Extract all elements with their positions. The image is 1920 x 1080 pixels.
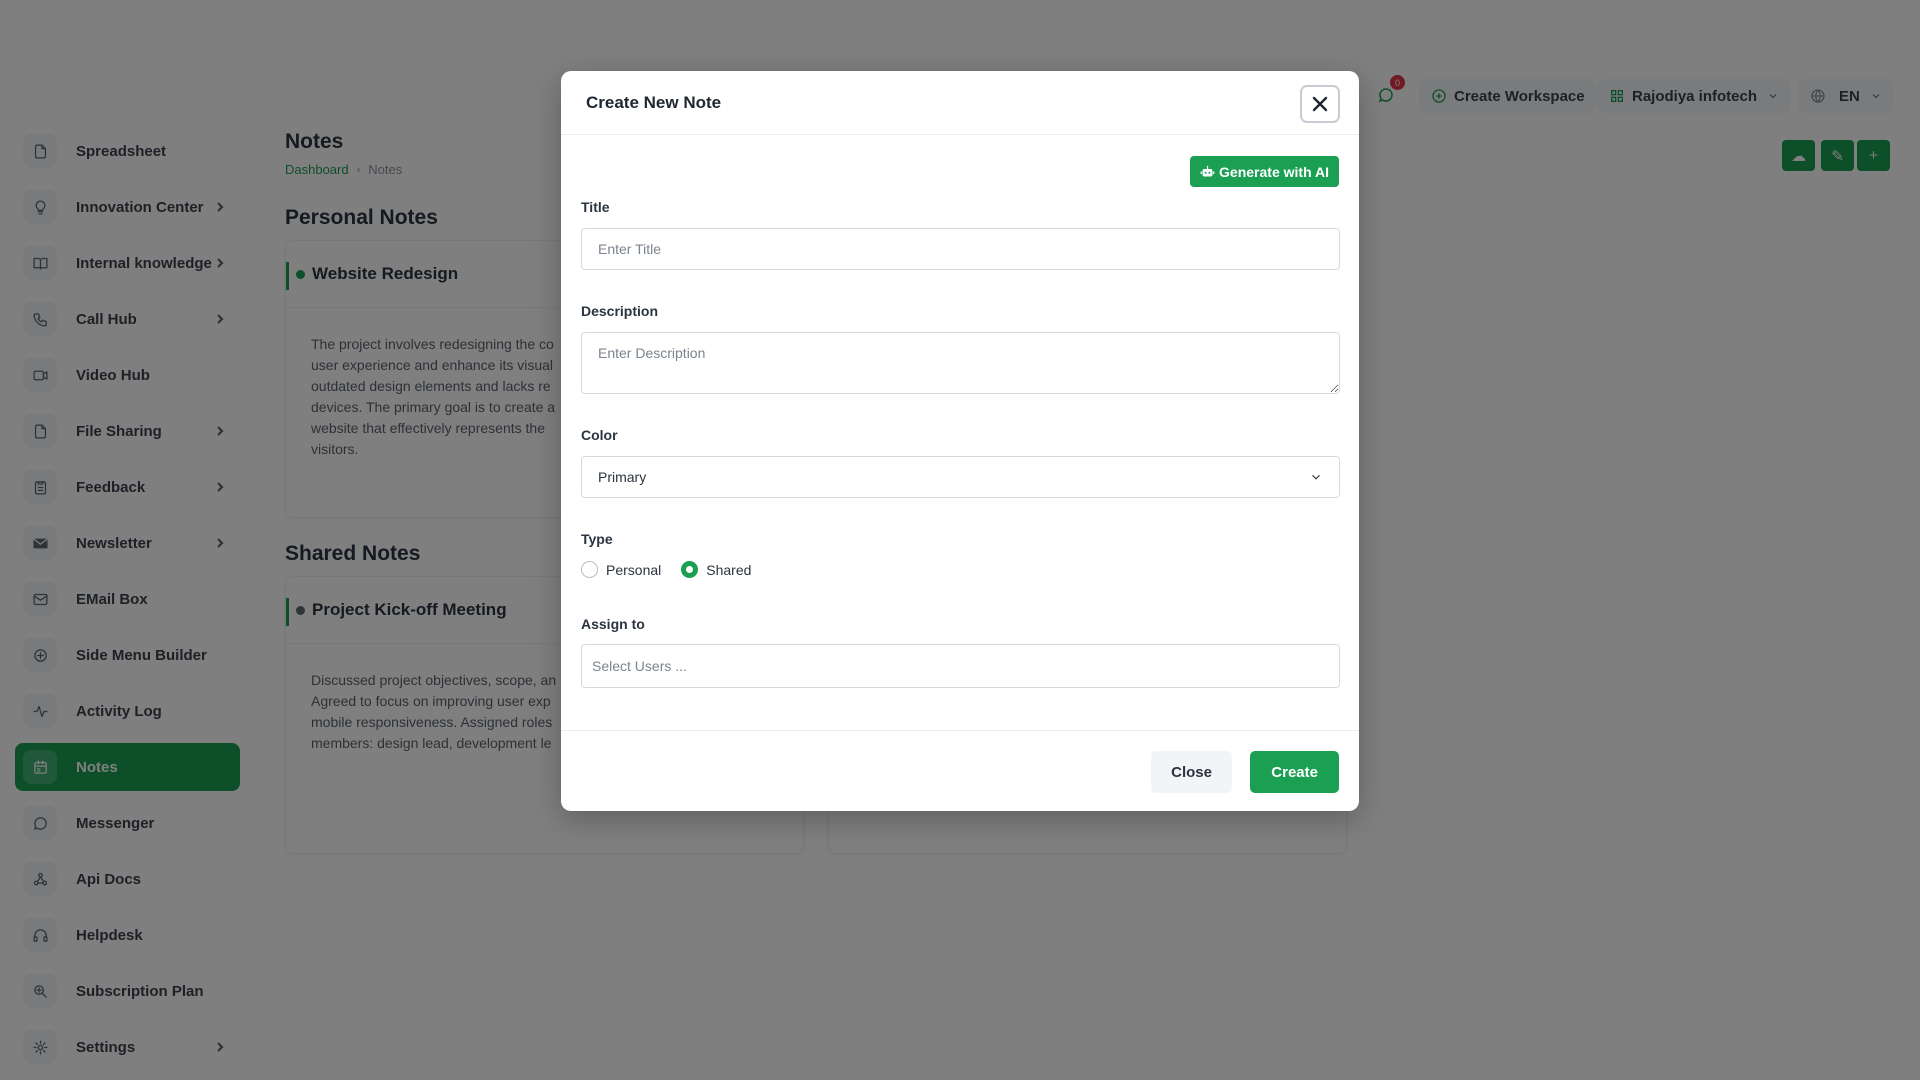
generate-with-ai-button[interactable]: Generate with AI bbox=[1190, 156, 1339, 187]
modal-title: Create New Note bbox=[586, 92, 722, 112]
robot-icon bbox=[1200, 165, 1215, 177]
close-button[interactable]: Close bbox=[1151, 751, 1232, 793]
generate-with-ai-label: Generate with AI bbox=[1219, 163, 1329, 180]
radio-button[interactable] bbox=[581, 561, 598, 578]
color-label: Color bbox=[581, 427, 618, 443]
title-label: Title bbox=[581, 199, 610, 215]
create-note-modal: Create New Note Generate with AI Title D… bbox=[561, 71, 1359, 811]
create-button[interactable]: Create bbox=[1250, 751, 1339, 793]
color-select[interactable]: Primary bbox=[581, 456, 1340, 498]
chevron-down-icon bbox=[1312, 474, 1320, 480]
assign-users-placeholder: Select Users ... bbox=[592, 658, 687, 674]
close-icon bbox=[1312, 96, 1328, 112]
title-input[interactable] bbox=[581, 228, 1340, 270]
radio-label: Personal bbox=[606, 561, 662, 578]
assign-users-select[interactable]: Select Users ... bbox=[581, 644, 1340, 688]
type-radio-shared[interactable]: Shared bbox=[681, 561, 751, 578]
modal-footer: Close Create bbox=[561, 730, 1359, 811]
assign-to-label: Assign to bbox=[581, 616, 645, 632]
type-label: Type bbox=[581, 531, 613, 547]
radio-button[interactable] bbox=[681, 561, 699, 578]
type-radio-group: Personal Shared bbox=[581, 561, 771, 578]
description-textarea[interactable] bbox=[581, 332, 1340, 394]
modal-header: Create New Note bbox=[561, 71, 1359, 135]
type-radio-personal[interactable]: Personal bbox=[581, 561, 661, 578]
description-label: Description bbox=[581, 303, 659, 319]
color-select-value: Primary bbox=[598, 469, 647, 485]
close-button[interactable] bbox=[1300, 85, 1340, 123]
radio-label: Shared bbox=[706, 561, 752, 578]
